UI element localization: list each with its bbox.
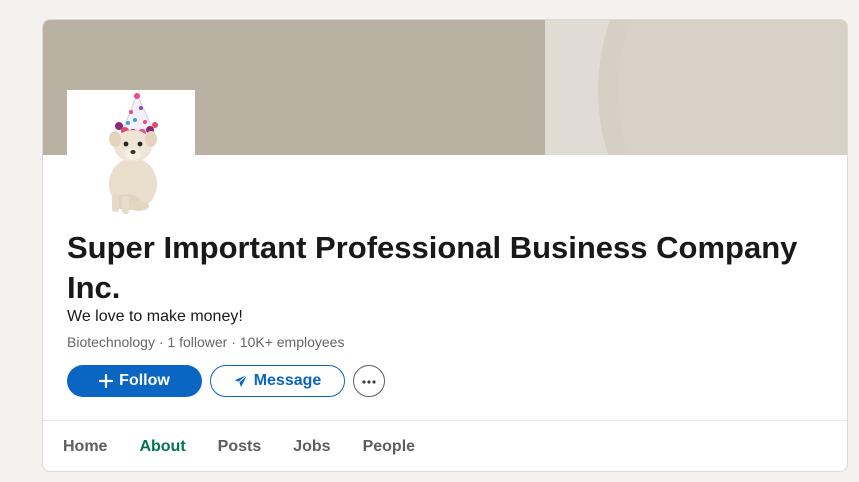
company-industry: Biotechnology [67, 334, 155, 350]
cover-shape-arc-inner [618, 20, 847, 155]
company-followers[interactable]: 1 follower [167, 334, 227, 350]
more-actions-button[interactable] [353, 365, 385, 397]
message-button[interactable]: Message [210, 365, 345, 397]
company-page-card: Super Important Professional Business Co… [42, 19, 848, 472]
tab-about[interactable]: About [123, 421, 201, 471]
more-icon [361, 372, 377, 390]
tab-jobs[interactable]: Jobs [277, 421, 346, 471]
plus-icon [99, 374, 114, 388]
dog-party-hat-illustration [109, 92, 158, 214]
company-employees[interactable]: 10K+ employees [240, 334, 345, 350]
page-tabs: Home About Posts Jobs People [43, 421, 431, 471]
send-icon [234, 374, 248, 388]
message-button-label: Message [253, 372, 322, 389]
company-tagline: We love to make money! [67, 308, 243, 325]
tab-people[interactable]: People [347, 421, 431, 471]
company-name: Super Important Professional Business Co… [67, 230, 798, 305]
meta-separator: · [154, 334, 168, 350]
tab-home[interactable]: Home [43, 421, 123, 471]
tab-posts[interactable]: Posts [202, 421, 278, 471]
follow-button-label: Follow [119, 372, 170, 389]
company-meta: Biotechnology · 1 follower · 10K+ employ… [67, 334, 344, 350]
meta-separator: · [227, 334, 240, 350]
follow-button[interactable]: Follow [67, 365, 202, 397]
company-logo[interactable] [67, 90, 195, 218]
